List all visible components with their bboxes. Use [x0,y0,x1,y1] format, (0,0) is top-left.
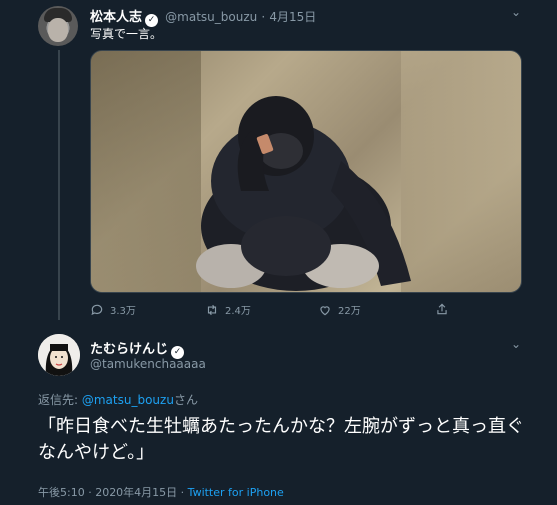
reply-button[interactable]: 3.3万 [90,302,136,317]
gorilla-image [196,96,411,291]
like-button[interactable]: 22万 [318,302,361,317]
tweet-header: たむらけんじ ✓ [90,338,187,359]
author-name[interactable]: たむらけんじ [90,342,168,357]
reply-suffix: さん [173,393,198,407]
chevron-down-icon[interactable]: ⌄ [511,5,521,19]
heart-icon [320,305,330,315]
reply-prefix: 返信先: [38,393,82,407]
tweet-photo[interactable] [90,50,522,293]
chevron-down-icon[interactable]: ⌄ [511,337,521,351]
tweet-timestamp[interactable]: 午後5:10 · 2020年4月15日 · [38,486,188,499]
share-icon [437,303,447,315]
avatar[interactable] [38,6,78,46]
author-handle[interactable]: @matsu_bouzu [165,10,257,24]
retweet-count: 2.4万 [225,306,251,317]
tweet-header: 松本人志 ✓ @matsu_bouzu · 4月15日 [90,6,316,27]
tweet-text: 「昨日食べた生牡蠣あたったんかな？左腕がずっと真っ直ぐなんやけど。」 [38,416,524,463]
reply-icon [91,304,103,315]
retweet-button[interactable]: 2.4万 [205,302,251,317]
separator-dot: · [261,10,266,24]
tweet-meta: 午後5:10 · 2020年4月15日 · Twitter for iPhone [38,484,284,500]
like-count: 22万 [338,306,361,317]
author-name[interactable]: 松本人志 [90,10,142,25]
thread-line [58,50,60,320]
retweet-icon [207,304,217,315]
share-button[interactable] [435,302,449,316]
reply-target-link[interactable]: @matsu_bouzu [82,393,174,407]
reply-context: 返信先: @matsu_bouzuさん [38,391,198,408]
tweet-text: 写真で一言。 [90,27,163,41]
client-link[interactable]: Twitter for iPhone [188,486,284,499]
avatar[interactable] [38,334,80,376]
reply-count: 3.3万 [110,306,136,317]
tweet-date[interactable]: 4月15日 [269,10,316,24]
author-handle[interactable]: @tamukenchaaaaa [90,357,206,371]
